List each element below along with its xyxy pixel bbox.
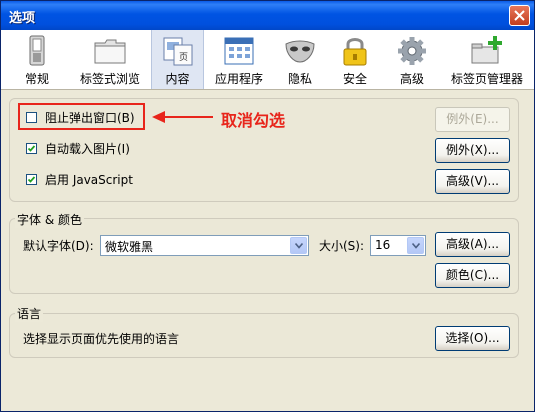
tab-applications[interactable]: 应用程序 <box>206 30 272 89</box>
arrow-left-icon <box>152 111 213 123</box>
tab-tabbed-browsing[interactable]: 标签式浏览 <box>71 30 149 89</box>
choose-language-button[interactable]: 选择(O)... <box>435 326 510 351</box>
checkmark-icon <box>27 176 36 183</box>
language-description: 选择显示页面优先使用的语言 <box>23 332 180 346</box>
auto-load-images-checkbox[interactable]: 自动载入图片(I) <box>26 141 146 157</box>
chevron-down-icon <box>295 243 303 249</box>
fonts-group-title: 字体 & 颜色 <box>15 211 84 228</box>
tab-label: 高级 <box>399 72 424 86</box>
dropdown-arrow[interactable] <box>290 237 307 254</box>
close-button[interactable] <box>509 5 530 26</box>
tab-advanced[interactable]: 高级 <box>384 30 440 89</box>
tab-privacy[interactable]: 隐私 <box>274 30 326 89</box>
tab-label: 常规 <box>24 72 49 86</box>
checkbox-box[interactable] <box>26 143 37 154</box>
tab-label: 内容 <box>165 72 190 86</box>
tab-label: 隐私 <box>287 72 312 86</box>
title-bar[interactable]: 选项 <box>1 1 534 30</box>
checkbox-label: 启用 JavaScript <box>45 173 133 187</box>
image-exceptions-button[interactable]: 例外(X)... <box>435 138 510 163</box>
annotation-highlight-box <box>18 103 145 130</box>
default-font-label: 默认字体(D): <box>23 239 94 253</box>
tab-label: 标签式浏览 <box>79 72 140 86</box>
font-size-label: 大小(S): <box>319 239 365 253</box>
window-title: 选项 <box>9 11 36 26</box>
default-font-value: 微软雅黑 <box>105 240 154 254</box>
font-size-value: 16 <box>375 238 391 252</box>
chevron-down-icon <box>412 243 420 249</box>
tab-label: 标签页管理器 <box>450 72 523 86</box>
tab-general[interactable]: 常规 <box>5 30 69 89</box>
svg-text:页: 页 <box>179 52 188 63</box>
padlock-icon <box>343 38 367 66</box>
tab-label: 安全 <box>342 72 367 86</box>
tab-manager-plus-icon <box>471 36 502 64</box>
options-dialog: 选项 常规 标签式浏览 页 内容 应用程序 隐私 安全 高级 标签页管理器 阻止… <box>0 0 535 412</box>
checkbox-label: 自动载入图片(I) <box>45 142 130 156</box>
annotation-text: 取消勾选 <box>221 111 286 130</box>
gear-icon <box>398 37 426 65</box>
applications-window-icon <box>224 37 254 65</box>
category-toolbar: 常规 标签式浏览 页 内容 应用程序 隐私 安全 高级 标签页管理器 <box>1 30 534 90</box>
mask-icon <box>285 40 315 63</box>
javascript-advanced-button[interactable]: 高级(V)... <box>435 169 510 194</box>
tab-tab-manager[interactable]: 标签页管理器 <box>442 30 532 89</box>
dropdown-arrow[interactable] <box>407 237 424 254</box>
tab-label: 应用程序 <box>214 72 263 86</box>
checkbox-box[interactable] <box>26 174 37 185</box>
fonts-advanced-button[interactable]: 高级(A)... <box>435 232 510 257</box>
font-size-select[interactable]: 16 <box>370 235 426 256</box>
enable-javascript-checkbox[interactable]: 启用 JavaScript <box>26 172 146 188</box>
default-font-select[interactable]: 微软雅黑 <box>100 235 309 256</box>
switch-icon <box>29 35 45 66</box>
page-content-icon: 页 <box>163 37 192 66</box>
tab-security[interactable]: 安全 <box>328 30 382 89</box>
close-icon <box>514 10 525 21</box>
popup-exceptions-button[interactable]: 例外(E)... <box>435 107 510 132</box>
folder-tabs-icon <box>94 39 126 64</box>
checkmark-icon <box>27 145 36 152</box>
tab-content[interactable]: 页 内容 <box>151 30 204 89</box>
language-group-title: 语言 <box>15 305 44 322</box>
colors-button[interactable]: 颜色(C)... <box>435 263 510 288</box>
